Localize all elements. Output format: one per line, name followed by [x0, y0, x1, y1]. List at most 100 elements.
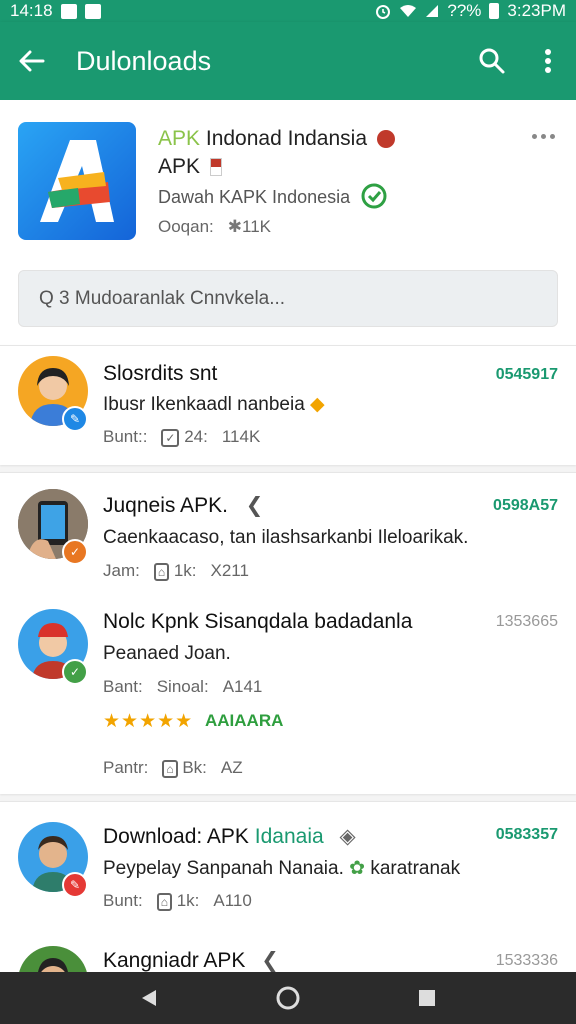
app-title-text: Indonad Indansia	[200, 127, 368, 150]
item-code: 0598A57	[493, 497, 558, 514]
item-description-text: Peypelay Sanpanah Nanaia.	[103, 858, 344, 879]
meta-secondary: Sinoal:	[156, 677, 209, 696]
notification-icon	[60, 3, 77, 19]
more-horiz-icon	[549, 133, 555, 139]
edit-badge-icon: ✎	[62, 406, 88, 432]
download-badge-icon: ✓	[62, 539, 88, 565]
verified-chat-icon	[361, 183, 387, 209]
clover-icon: ✿	[349, 858, 366, 879]
item-title-text: Juqneis APK.	[103, 494, 228, 517]
item-meta: Bunt:: ✓ 24: 114K	[103, 427, 260, 447]
status-clock: 3:23PM	[507, 1, 566, 20]
apk-logo-icon	[40, 140, 114, 222]
system-nav-bar	[0, 972, 576, 1024]
app-logo[interactable]	[18, 122, 136, 240]
app-header-card: APK Indonad Indansia APK Dawah KAPK Indo…	[0, 100, 576, 345]
check-badge-icon: ✓	[62, 659, 88, 685]
app-meta-label: Ooqan:	[158, 217, 214, 236]
meta-label: Pantr:	[103, 758, 149, 777]
overflow-menu-button[interactable]	[520, 22, 576, 100]
rating-text: AAIAARA	[205, 711, 284, 730]
list-item[interactable]: ✓ Nolc Kpnk Sisanqdala badadanla Peanaed…	[0, 593, 576, 793]
app-title-line2: APK	[158, 155, 201, 178]
app-subtitle-text: Dawah KAPK Indonesia	[158, 186, 351, 207]
item-title: Nolc Kpnk Sisanqdala badadanla	[103, 610, 413, 633]
chat-bubble-icon: ◆	[310, 394, 325, 415]
app-more-button[interactable]	[528, 126, 558, 146]
item-title-text: Kangniadr APK	[103, 949, 246, 972]
item-title-text: Download: APK	[103, 825, 249, 848]
app-notification-icon	[84, 3, 101, 19]
meta-size: A110	[213, 891, 252, 910]
edit-badge-icon: ✎	[62, 872, 88, 898]
share-icon[interactable]: ❮	[246, 494, 264, 517]
battery-icon	[489, 3, 500, 19]
page-title: Dulonloads	[76, 45, 212, 76]
item-title: Slosrdits snt	[103, 362, 218, 385]
meta-label: Jam:	[103, 561, 140, 580]
search-button[interactable]	[464, 22, 520, 100]
download-card: ✎ Download: APK Idanaia ◈ Peypelay Sanpa…	[0, 801, 576, 973]
app-meta-value-wrap: ✱11K	[228, 217, 271, 237]
list-item[interactable]: ✓ Juqneis APK. ❮ Caenkaacaso, tan ilashs…	[0, 473, 576, 593]
arrow-back-icon	[19, 50, 45, 72]
meta-secondary: ✓ 24:	[161, 427, 208, 447]
status-bar: 14:18 ??% 3:23PM	[0, 0, 576, 22]
more-horiz-icon	[531, 133, 537, 139]
wifi-icon	[400, 5, 417, 17]
item-meta: Bant: Sinoal: A141	[103, 677, 262, 697]
meta-size: A141	[222, 677, 263, 696]
list-item[interactable]: ✎ Download: APK Idanaia ◈ Peypelay Sanpa…	[0, 802, 576, 932]
list-item[interactable]: ✎ Slosrdits snt Ibusr Ikenkaadl nanbeia …	[0, 346, 576, 466]
share-icon[interactable]: ❮	[261, 949, 279, 972]
app-title-accent: APK	[158, 127, 201, 150]
item-description: Peypelay Sanpanah Nanaia. ✿ karatranak	[103, 857, 460, 880]
lock-icon: ⌂	[153, 563, 170, 581]
item-title: Download: APK Idanaia ◈	[103, 824, 356, 849]
meta-secondary: ⌂ 1k:	[156, 891, 200, 911]
nav-recents-button[interactable]	[416, 987, 438, 1009]
item-meta: Bunt: ⌂ 1k: A110	[103, 891, 252, 911]
meta-secondary-text: Bk:	[182, 758, 207, 777]
item-code: 0545917	[495, 366, 558, 383]
flag-emblem-icon	[376, 130, 395, 148]
item-code: 1533336	[495, 952, 558, 969]
meta-secondary: ⌂ Bk:	[162, 758, 207, 778]
list-item[interactable]: Kangniadr APK ❮ 1533336	[0, 932, 576, 973]
search-icon	[479, 48, 505, 74]
item-description-extra: karatranak	[365, 858, 461, 879]
item-title: Juqneis APK. ❮	[103, 493, 263, 518]
item-meta: Jam: ⌂ 1k: X211	[103, 561, 249, 581]
item-code: 0583357	[495, 826, 558, 843]
status-time: 14:18	[10, 1, 53, 20]
download-card: ✎ Slosrdits snt Ibusr Ikenkaadl nanbeia …	[0, 345, 576, 465]
search-input[interactable]: Q 3 Mudoaranlak Cnnvkela...	[18, 270, 558, 327]
meta-size: AZ	[220, 758, 243, 777]
app-bar: Dulonloads	[0, 22, 576, 100]
tag-icon: ◈	[339, 825, 356, 848]
lock-icon: ⌂	[162, 760, 178, 778]
alarm-icon	[376, 5, 391, 19]
item-description: Ibusr Ikenkaadl nanbeia ◆	[103, 393, 325, 416]
meta-secondary: ⌂ 1k:	[153, 561, 197, 581]
meta-label: Bunt::	[103, 427, 148, 446]
item-description: Peanaed Joan.	[103, 643, 231, 664]
signal-icon	[426, 5, 439, 17]
rating-stars: ★★★★★	[103, 711, 194, 732]
shield-icon: ✓	[161, 429, 180, 447]
search-placeholder: Q 3 Mudoaranlak Cnnvkela...	[39, 287, 286, 309]
meta-secondary-text: 1k:	[176, 891, 200, 910]
lock-icon: ⌂	[156, 893, 172, 911]
nav-back-button[interactable]	[138, 987, 160, 1009]
nav-home-button[interactable]	[275, 985, 301, 1011]
back-button[interactable]	[0, 22, 64, 100]
avatar	[18, 946, 88, 973]
meta-size: 114K	[221, 427, 261, 446]
item-title-accent: Idanaia	[248, 825, 324, 848]
meta-size: X211	[210, 561, 249, 580]
meta-secondary-text: 24:	[184, 427, 208, 446]
meta-label: Bant:	[103, 677, 143, 696]
star-outline-icon: ✱	[227, 217, 243, 236]
app-meta-value: 11K	[242, 217, 272, 236]
meta-label: Bunt:	[103, 891, 143, 910]
